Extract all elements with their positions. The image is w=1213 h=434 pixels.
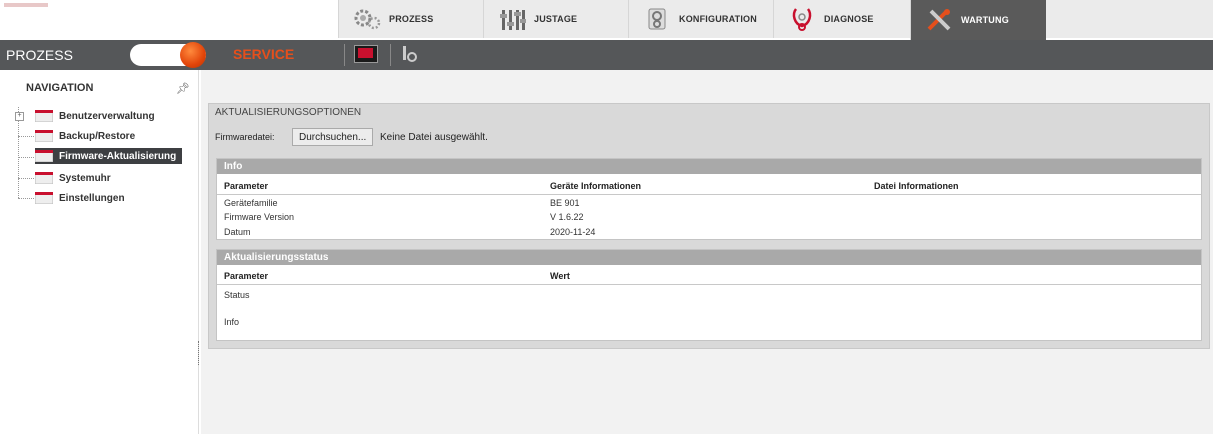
- gears-icon: [353, 6, 381, 32]
- column-header: Geräte Informationen: [550, 181, 642, 191]
- nav-item-firmware-aktualisierung[interactable]: Firmware-Aktualisierung: [34, 148, 183, 164]
- column-header: Datei Informationen: [874, 181, 959, 191]
- tab-label: KONFIGURATION: [679, 14, 757, 24]
- tools-icon: [925, 7, 953, 33]
- nav-item-einstellungen[interactable]: Einstellungen: [34, 190, 125, 206]
- table-cell: Status: [224, 290, 250, 300]
- divider: [217, 284, 1201, 285]
- panel-title: AKTUALISIERUNGSOPTIONEN: [215, 107, 362, 118]
- nav-item-benutzerverwaltung[interactable]: Benutzerverwaltung: [34, 108, 155, 124]
- column-header: Parameter: [224, 271, 269, 281]
- tab-label: WARTUNG: [961, 15, 1009, 25]
- folder-icon: [34, 192, 54, 205]
- tab-bar-filler: [1046, 0, 1213, 38]
- tab-konfiguration[interactable]: KONFIGURATION: [628, 0, 773, 38]
- folder-icon: [34, 172, 54, 185]
- folder-icon: [34, 130, 54, 143]
- table-cell: Firmware Version: [224, 212, 295, 222]
- info-section-title: Info: [217, 159, 1201, 174]
- no-file-text: Keine Datei ausgewählt.: [380, 132, 488, 143]
- column-header: Parameter: [224, 181, 269, 191]
- info-section: Info Parameter Geräte Informationen Date…: [216, 158, 1202, 240]
- browse-button[interactable]: Durchsuchen...: [292, 128, 374, 146]
- status-section-title: Aktualisierungsstatus: [217, 250, 1201, 265]
- sliders-icon: [498, 6, 526, 32]
- tab-prozess[interactable]: PROZESS: [338, 0, 483, 38]
- folder-icon: [34, 110, 54, 123]
- tab-label: PROZESS: [389, 14, 434, 24]
- table-cell: Gerätefamilie: [224, 198, 278, 208]
- mode-toggle-knob[interactable]: [180, 42, 206, 68]
- pin-icon[interactable]: 📌︎: [176, 82, 190, 95]
- table-cell: Info: [224, 317, 240, 327]
- divider: [390, 44, 391, 66]
- config-icon: [643, 6, 671, 32]
- divider: [217, 194, 1201, 195]
- stethoscope-icon: [788, 6, 816, 32]
- tab-label: DIAGNOSE: [824, 14, 874, 24]
- expand-icon[interactable]: +: [15, 112, 24, 121]
- table-cell: BE 901: [550, 198, 580, 208]
- monitor-screen: [358, 48, 373, 58]
- navigation-sidebar: [0, 70, 199, 434]
- tab-wartung[interactable]: WARTUNG: [910, 0, 1046, 40]
- update-status-section: Aktualisierungsstatus Parameter Wert Sta…: [216, 249, 1202, 341]
- tree-connector: [18, 157, 34, 158]
- folder-icon: [34, 150, 54, 163]
- nav-item-label: Firmware-Aktualisierung: [59, 150, 177, 162]
- tree-connector: [18, 136, 34, 137]
- firmware-file-label: Firmwaredatei:: [215, 132, 275, 142]
- tab-justage[interactable]: JUSTAGE: [483, 0, 628, 38]
- table-cell: V 1.6.22: [550, 212, 584, 222]
- nav-item-label: Benutzerverwaltung: [59, 110, 155, 122]
- tree-connector: [18, 198, 34, 199]
- brand-logo: [0, 0, 60, 10]
- table-cell: Datum: [224, 227, 251, 237]
- nav-item-systemuhr[interactable]: Systemuhr: [34, 170, 111, 186]
- wrench-settings-icon[interactable]: [400, 44, 418, 64]
- divider: [344, 44, 345, 66]
- mode-label-prozess: PROZESS: [6, 47, 73, 63]
- tree-connector: [18, 178, 34, 179]
- nav-item-backup-restore[interactable]: Backup/Restore: [34, 128, 136, 144]
- mode-label-service: SERVICE: [233, 46, 295, 62]
- table-cell: 2020-11-24: [550, 227, 596, 237]
- nav-item-label: Systemuhr: [59, 172, 111, 184]
- column-header: Wert: [550, 271, 570, 281]
- nav-item-label: Backup/Restore: [59, 130, 136, 142]
- nav-item-label: Einstellungen: [59, 192, 125, 204]
- tab-diagnose[interactable]: DIAGNOSE: [773, 0, 910, 38]
- navigation-title: NAVIGATION: [26, 82, 94, 94]
- tab-label: JUSTAGE: [534, 14, 578, 24]
